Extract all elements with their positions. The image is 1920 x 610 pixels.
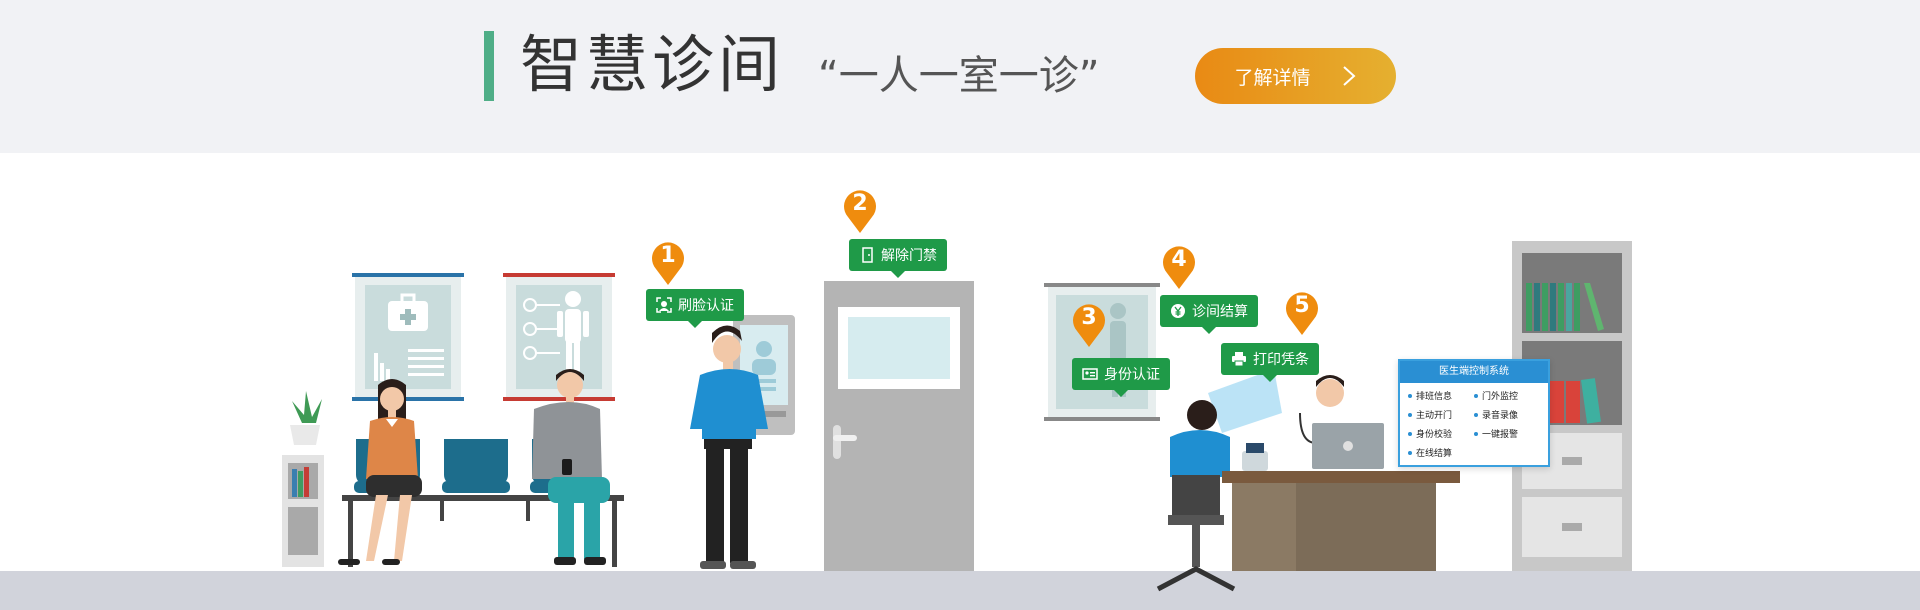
step-marker-4: 4	[1161, 243, 1197, 289]
medical-poster-left	[352, 273, 464, 401]
step-marker-3: 3	[1071, 301, 1107, 347]
step-bubble-id-auth: 身份认证	[1072, 358, 1170, 397]
step-bubble-face-auth: 刷脸认证	[646, 289, 744, 328]
step-label-1: 刷脸认证	[678, 298, 734, 314]
clinic-door	[824, 281, 974, 571]
step-label-5: 打印凭条	[1253, 352, 1309, 368]
yuan-coin-icon	[1171, 304, 1185, 318]
title-accent-bar	[484, 31, 494, 101]
panel-item: 主动开门	[1408, 408, 1474, 421]
clinic-illustration: 1 2 3 4 5 刷脸认证 解除门禁 身份认证 诊间结算 打印凭条 医生端控制…	[0, 153, 1920, 610]
learn-more-label: 了解详情	[1234, 66, 1311, 89]
header-banner: 智慧诊间 “一人一室一诊” 了解详情	[0, 0, 1920, 153]
step-marker-2: 2	[842, 187, 878, 233]
step-label-3: 身份认证	[1104, 367, 1160, 383]
panel-item: 录音录像	[1474, 408, 1540, 421]
step-label-4: 诊间结算	[1192, 304, 1248, 320]
id-card-icon	[1082, 368, 1098, 380]
standing-patient	[690, 315, 795, 569]
step-label-2: 解除门禁	[881, 248, 937, 264]
slogan-text: “一人一室一诊”	[818, 53, 1100, 99]
step-marker-5: 5	[1284, 289, 1320, 335]
clinic-scene-graphic	[0, 241, 1920, 610]
face-scan-icon	[656, 297, 672, 313]
doctor-control-panel: 医生端控制系统 排班信息 门外监控 主动开门 录音录像 身份校验 一键报警 在线…	[1398, 359, 1550, 467]
page-title: 智慧诊间	[520, 28, 785, 101]
step-bubble-door-unlock: 解除门禁	[849, 239, 947, 278]
panel-feature-list: 排班信息 门外监控 主动开门 录音录像 身份校验 一键报警 在线结算	[1400, 383, 1548, 465]
chevron-right-icon	[1342, 66, 1355, 86]
learn-more-button[interactable]: 了解详情	[1195, 48, 1396, 104]
door-icon	[862, 247, 873, 263]
step-marker-1: 1	[650, 239, 686, 285]
panel-item: 排班信息	[1408, 389, 1474, 402]
panel-item: 身份校验	[1408, 427, 1474, 440]
printer-icon	[1232, 352, 1246, 367]
step-bubble-print-receipt: 打印凭条	[1221, 343, 1319, 382]
step-bubble-settlement: 诊间结算	[1160, 295, 1258, 334]
panel-item: 一键报警	[1474, 427, 1540, 440]
panel-title: 医生端控制系统	[1400, 361, 1548, 383]
panel-item: 门外监控	[1474, 389, 1540, 402]
panel-item: 在线结算	[1408, 446, 1474, 459]
plant-shelf	[282, 391, 324, 567]
